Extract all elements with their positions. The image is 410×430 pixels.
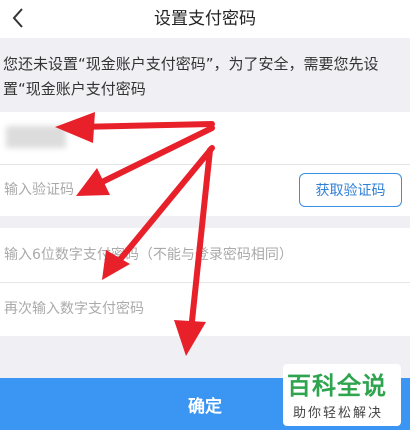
password-row [0,228,410,282]
verification-group: 获取验证码 [0,112,410,216]
verification-code-input[interactable] [4,164,284,216]
confirm-password-input[interactable] [4,282,404,336]
notice-text: 您还未设置“现金账户支付密码”，为了安全，需要您先设置“现金账户支付密码 [3,55,379,98]
code-row: 获取验证码 [0,164,410,216]
phone-row [0,112,410,164]
payment-password-input[interactable] [4,228,404,282]
get-code-button[interactable]: 获取验证码 [299,173,402,207]
password-group [0,228,410,336]
confirm-password-row [0,282,410,336]
watermark-logo: 百科全说 助你轻松解决 [283,364,401,426]
watermark-subtitle: 助你轻松解决 [293,406,384,421]
phone-number-value [6,126,66,148]
watermark-title: 百科全说 [287,372,387,400]
page-title: 设置支付密码 [154,9,256,29]
nav-bar: 设置支付密码 [0,0,410,38]
